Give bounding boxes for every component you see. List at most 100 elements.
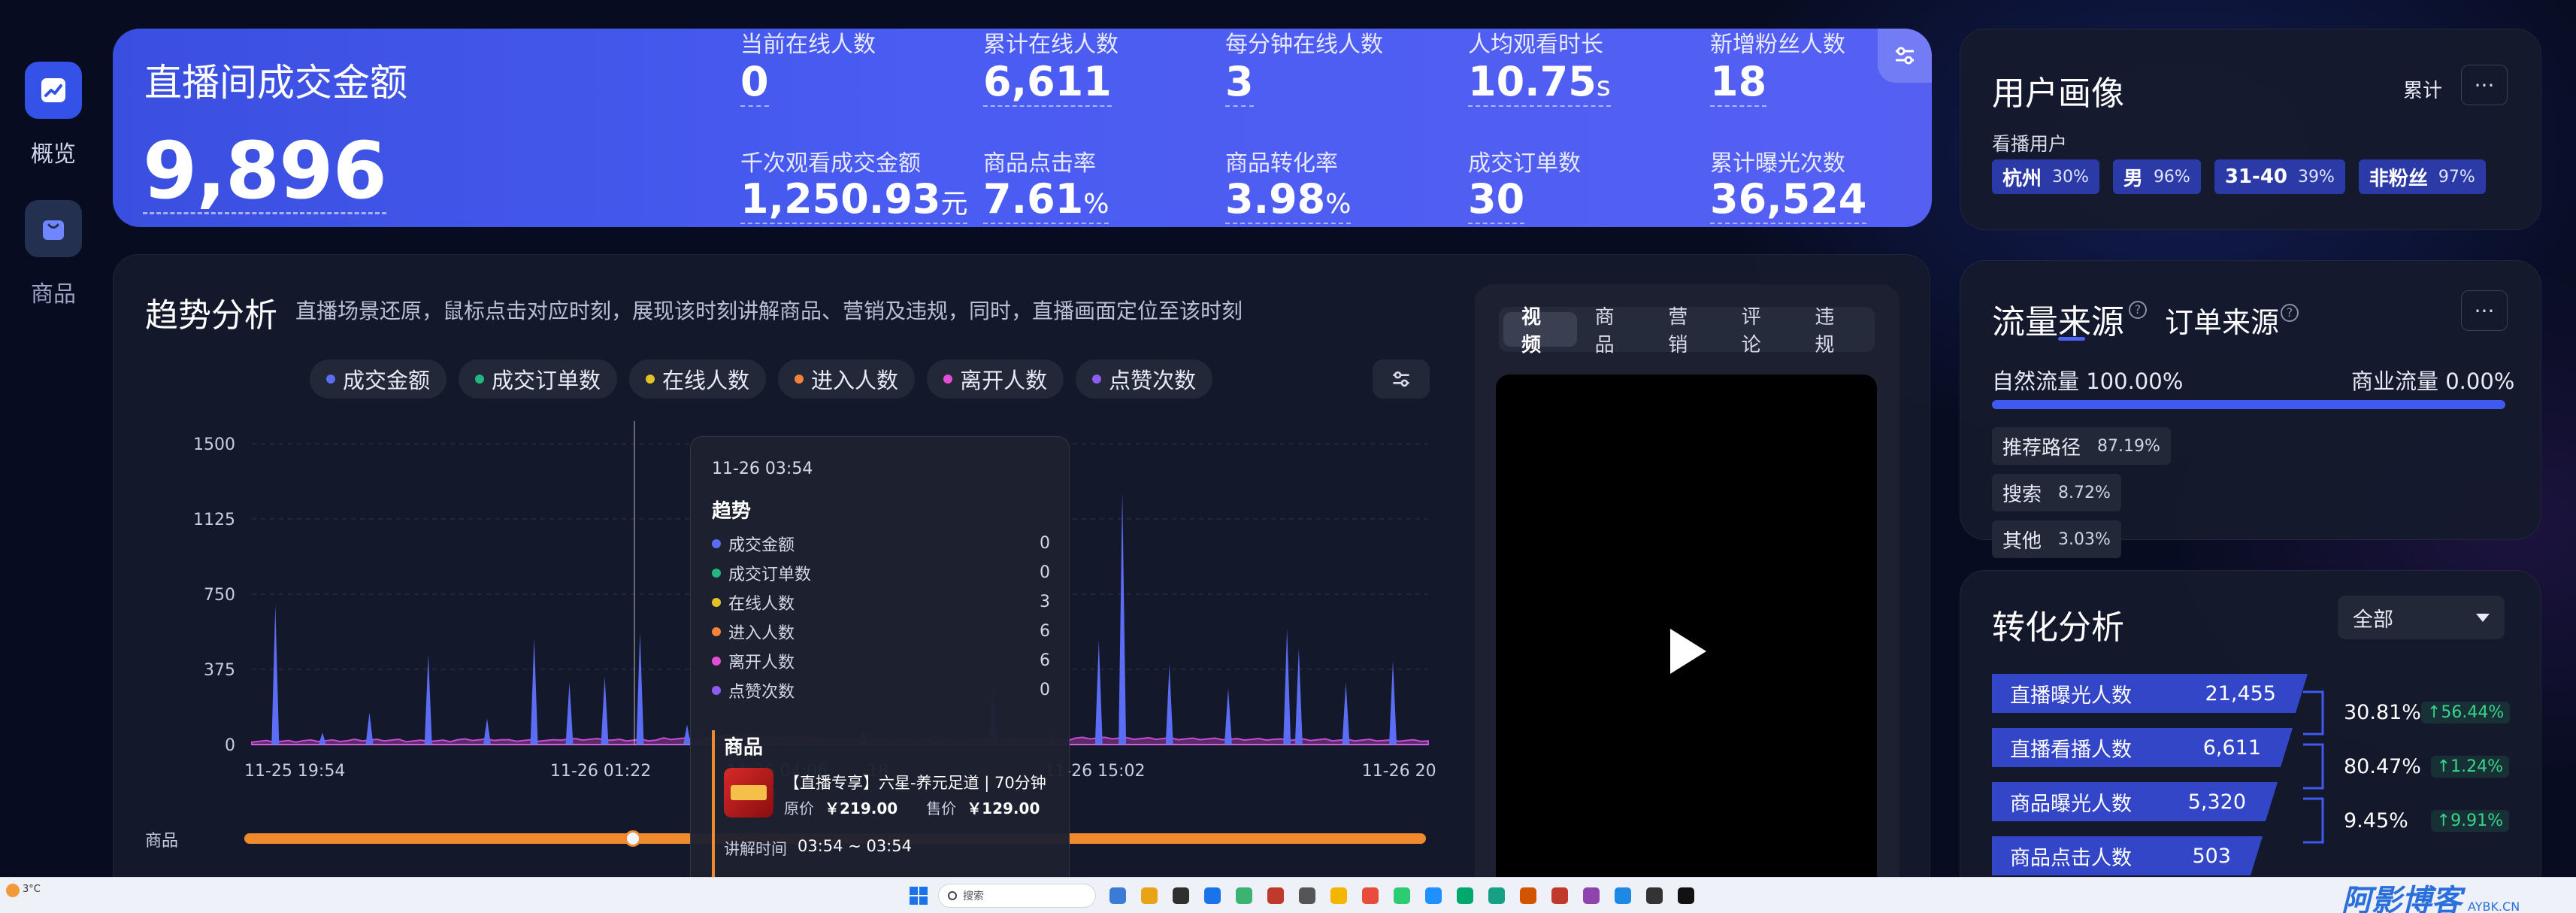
chart-settings-button[interactable] [1373,359,1430,399]
profile-tag: 非粉丝 97% [2358,159,2486,194]
order-source-tab[interactable]: 订单来源 [2165,299,2279,341]
more-options-button[interactable]: ··· [2461,290,2508,331]
video-tab-bar: 视频 商品 营销 评论 违规 [1499,306,1875,356]
video-tab[interactable]: 违规 [1797,306,1870,356]
metric-value: 7.61% [983,175,1109,225]
metric-chip[interactable]: 离开人数 [927,359,1064,399]
taskbar-app-icon[interactable] [1236,887,1252,904]
profile-tag-key: 杭州 [2002,167,2042,190]
legend-dot [712,538,721,548]
help-icon[interactable]: ? [2281,304,2299,322]
series-bar-gmv [1094,640,1103,745]
traffic-source-tab[interactable]: 流量来源 [1992,295,2124,343]
cumulative-toggle[interactable]: 累计 [2403,75,2442,103]
tooltip-explain-time: 讲解时间 03:54 ~ 03:54 [724,837,912,860]
taskbar-app-icon[interactable] [1615,887,1631,904]
more-options-button[interactable]: ··· [2461,65,2508,105]
funnel-step[interactable]: 直播看播人数 6,611 [1992,728,2293,767]
legend-dot [712,626,721,636]
chip-label: 点赞次数 [1109,368,1197,393]
taskbar-app-icon[interactable] [1267,887,1284,904]
video-tab[interactable]: 评论 [1724,306,1797,356]
explain-time-label: 讲解时间 [724,840,787,858]
source-share: 8.72% [2058,483,2111,502]
windows-start-icon[interactable] [910,887,928,905]
metric-chip[interactable]: 进入人数 [778,359,916,399]
play-icon[interactable] [1669,627,1708,675]
taskbar-app-icon[interactable] [1141,887,1158,904]
video-player[interactable] [1496,375,1877,913]
taskbar-app-icon[interactable] [1457,887,1473,904]
traffic-source-item[interactable]: 搜索 8.72% [1992,474,2121,511]
series-bar-gmv [424,654,432,745]
profile-tag-list: 杭州 30% 男 96% 31-40 39% 非粉丝 97% [1992,159,2486,194]
taskbar-app-icon[interactable] [1678,887,1694,904]
metric-chip[interactable]: 成交金额 [310,359,447,399]
metric-unit: 元 [940,189,968,220]
conversion-rate-row: 80.47% ↑1.24% [2344,755,2509,778]
series-bar-gmv [483,718,491,745]
taskbar-app-icon[interactable] [1330,887,1347,904]
taskbar-app-icon[interactable] [1488,887,1505,904]
commercial-traffic-label: 商业流量 0.00% [2351,369,2515,394]
conversion-filter-select[interactable]: 全部 [2338,596,2505,639]
taskbar-app-icon[interactable] [1394,887,1410,904]
traffic-source-item[interactable]: 其他 3.03% [1992,520,2121,558]
funnel-step-value: 503 [2192,844,2231,868]
tooltip-row-name: 成交订单数 [712,561,811,585]
weather-icon[interactable] [6,884,20,897]
video-tab[interactable]: 视频 [1503,306,1577,356]
tooltip-row-label: 进入人数 [728,623,795,643]
series-bar-gmv [636,632,644,745]
conversion-rate-row: 30.81% ↑56.44% [2344,701,2511,724]
tooltip-row-name: 成交金额 [712,532,795,556]
tooltip-row-label: 离开人数 [728,653,795,672]
taskbar-app-icon[interactable] [1109,887,1126,904]
weather-temp: 3°C [23,884,41,895]
legend-dot [712,568,721,578]
funnel-step[interactable]: 商品点击人数 503 [1992,836,2263,875]
hero-title: 直播间成交金额 [144,61,407,105]
rail-overview-button[interactable] [25,62,82,119]
video-tab[interactable]: 营销 [1650,306,1724,356]
watermark-text: 阿影博客 [2341,884,2462,913]
metric-label: 每分钟在线人数 [1225,32,1383,58]
trend-description: 直播场景还原，鼠标点击对应时刻，展现该时刻讲解商品、营销及违规，同时，直播画面定… [295,299,1243,323]
taskbar-app-icon[interactable] [1520,887,1536,904]
taskbar-app-icon[interactable] [1425,887,1442,904]
metric-chip[interactable]: 在线人数 [629,359,767,399]
series-bar-gmv [1224,688,1232,745]
help-icon[interactable]: ? [2129,301,2147,319]
metric-number: 3 [1225,58,1254,105]
legend-dot [326,375,335,384]
metric-chip[interactable]: 点赞次数 [1076,359,1213,399]
taskbar: 3°C 搜索 阿影博客 AYBK.CN [0,877,2576,913]
taskbar-app-icon[interactable] [1583,887,1600,904]
tooltip-row: 点赞次数 0 [712,675,1050,705]
taskbar-app-icon[interactable] [1299,887,1315,904]
chip-label: 离开人数 [960,368,1048,393]
metric-value: 10.75s [1468,58,1611,108]
taskbar-app-icon[interactable] [1646,887,1663,904]
funnel-step-label: 商品点击人数 [2010,846,2132,870]
conversion-delta: ↑1.24% [2430,756,2509,778]
tooltip-product-prices: 原价 ￥219.00 售价 ￥129.00 [784,796,1040,818]
traffic-source-item[interactable]: 推荐路径 87.19% [1992,427,2171,465]
funnel-step[interactable]: 直播曝光人数 21,455 [1992,674,2308,713]
taskbar-search[interactable]: 搜索 [938,884,1096,908]
natural-traffic-label: 自然流量 100.00% [1992,369,2184,394]
funnel-step[interactable]: 商品曝光人数 5,320 [1992,782,2278,821]
metric-chip[interactable]: 成交订单数 [459,359,618,399]
rail-product-button[interactable] [25,200,82,257]
series-bar-gmv [1294,648,1303,745]
hero-settings-button[interactable] [1878,29,1932,83]
metric-number: 1,250.93 [740,175,941,223]
tooltip-row-name: 在线人数 [712,590,795,614]
taskbar-app-icon[interactable] [1204,887,1221,904]
timeline-handle[interactable] [625,830,641,847]
taskbar-app-icon[interactable] [1551,887,1568,904]
taskbar-app-icon[interactable] [1362,887,1379,904]
taskbar-app-icon[interactable] [1173,887,1189,904]
video-tab[interactable]: 商品 [1577,306,1651,356]
sale-price-label: 售价 [926,799,957,817]
